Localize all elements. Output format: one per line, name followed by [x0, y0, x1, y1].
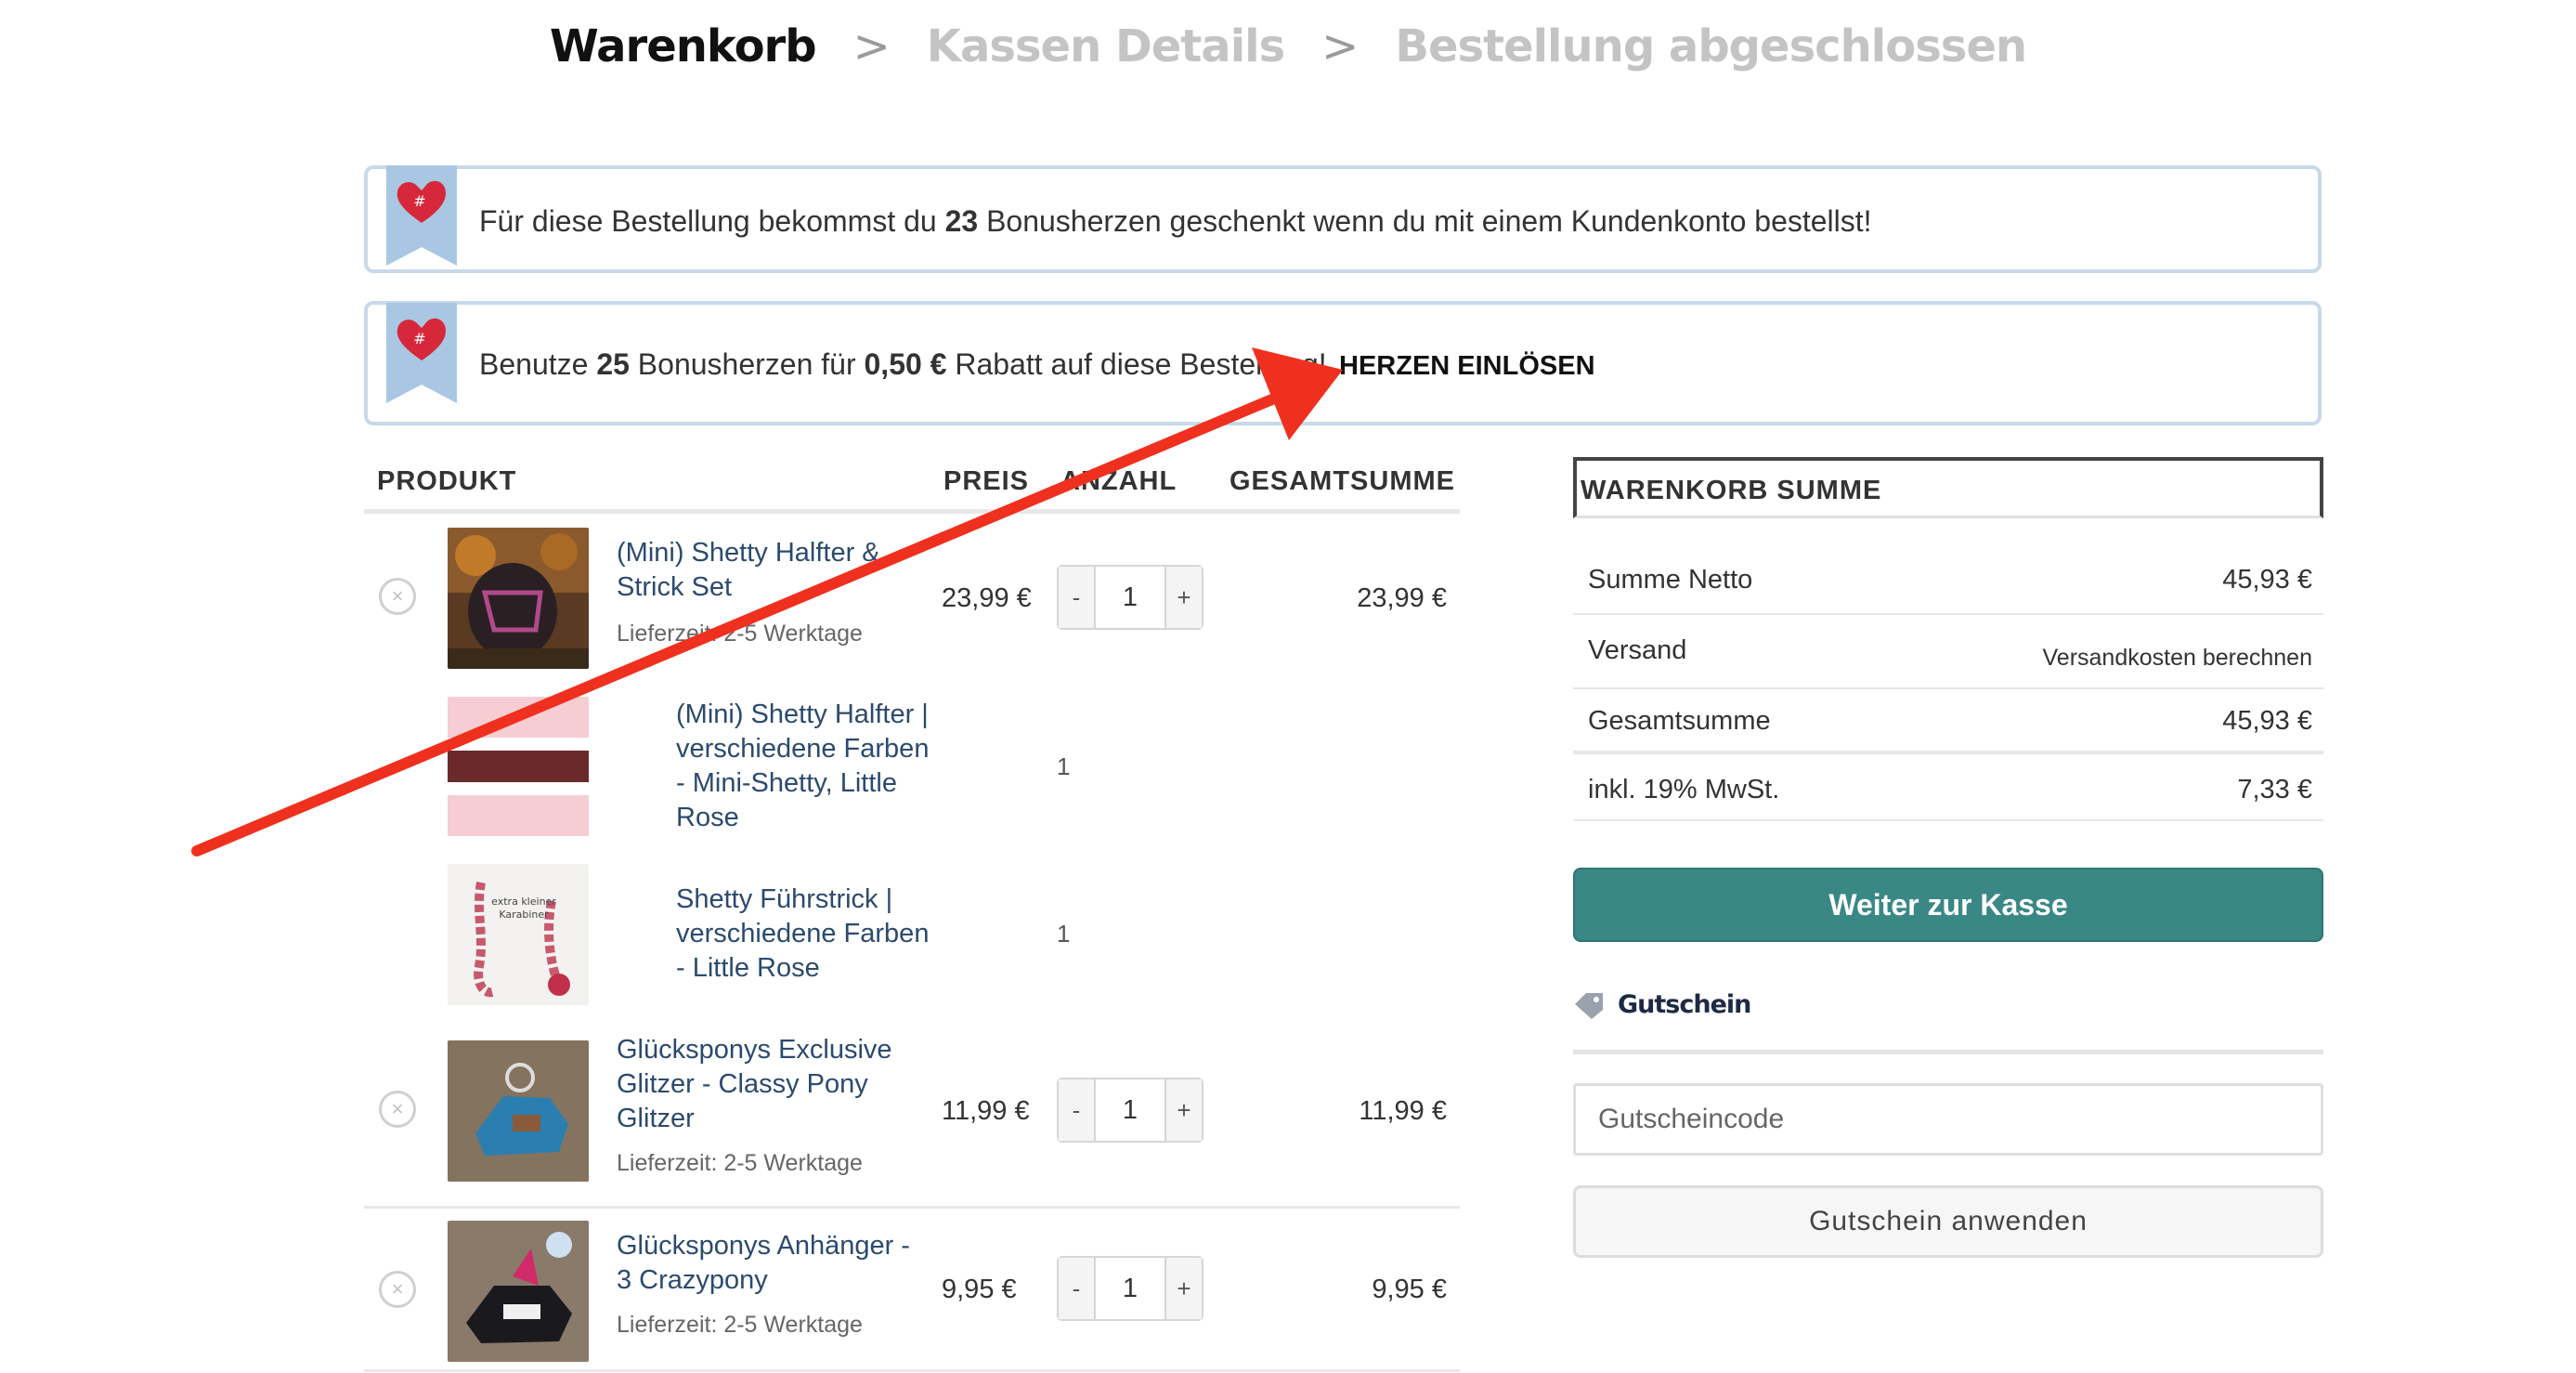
shipping-label: Versand	[1588, 635, 1687, 665]
cart-totals-title: WARENKORB SUMME	[1581, 476, 1882, 505]
table-header-divider	[364, 509, 1460, 514]
delivery-time: Lieferzeit: 2-5 Werktage	[617, 1312, 863, 1338]
bonus-hearts-count: 23	[944, 204, 979, 238]
delivery-time: Lieferzeit: 2-5 Werktage	[617, 1150, 863, 1176]
remove-item-button[interactable]: ×	[379, 1091, 416, 1128]
quantity-stepper: - 1 +	[1057, 565, 1203, 630]
svg-text:#: #	[413, 330, 425, 347]
coupon-divider	[1573, 1050, 2323, 1054]
remove-item-button[interactable]: ×	[379, 578, 416, 615]
step-order-complete: Bestellung abgeschlossen	[1395, 20, 2027, 72]
item-total: 9,95 €	[1372, 1275, 1447, 1304]
quantity-input[interactable]: 1	[1094, 1258, 1166, 1319]
grand-total-label: Gesamtsumme	[1588, 706, 1771, 736]
redeem-hearts-link[interactable]: HERZEN EINLÖSEN	[1339, 351, 1595, 382]
redeem-hearts-notice: # Benutze 25 Bonusherzen für 0,50 € Raba…	[364, 301, 2322, 425]
quantity-input[interactable]: 1	[1094, 1079, 1166, 1141]
coupon-section-title: Gutschein	[1573, 990, 1751, 1019]
product-thumbnail: extra kleiner Karabiner	[448, 864, 589, 1005]
vat-label: inkl. 19% MwSt.	[1588, 775, 1780, 804]
quantity-input[interactable]: 1	[1094, 567, 1166, 628]
grand-total-value: 45,93 €	[2222, 706, 2312, 736]
apply-coupon-button[interactable]: Gutschein anwenden	[1573, 1185, 2323, 1258]
delivery-time: Lieferzeit: 2-5 Werktage	[617, 621, 863, 647]
decrease-quantity-button[interactable]: -	[1059, 1079, 1094, 1141]
decrease-quantity-button[interactable]: -	[1059, 567, 1094, 628]
product-name-link[interactable]: Glücksponys Anhänger - 3 Crazypony	[617, 1229, 923, 1298]
net-total-label: Summe Netto	[1588, 565, 1753, 595]
step-checkout-details[interactable]: Kassen Details	[927, 20, 1285, 72]
cart-totals-header: WARENKORB SUMME	[1573, 457, 2323, 518]
totals-divider	[1573, 613, 2323, 615]
proceed-to-checkout-button[interactable]: Weiter zur Kasse	[1573, 868, 2323, 942]
coupon-code-input[interactable]: Gutscheincode	[1573, 1083, 2323, 1156]
bundle-item-quantity: 1	[1057, 752, 1071, 780]
product-name-link[interactable]: Glücksponys Exclusive Glitzer - Classy P…	[617, 1033, 923, 1136]
redeem-hearts-text: Benutze 25 Bonusherzen für 0,50 € Rabatt…	[479, 347, 1327, 381]
chevron-right-icon: >	[1321, 20, 1359, 72]
totals-divider	[1573, 687, 2323, 689]
svg-text:extra kleiner: extra kleiner	[491, 896, 556, 908]
quantity-stepper: - 1 +	[1057, 1078, 1203, 1143]
header-total: GESAMTSUMME	[1229, 466, 1455, 496]
bundle-item-quantity: 1	[1057, 920, 1071, 948]
increase-quantity-button[interactable]: +	[1166, 567, 1202, 628]
totals-divider	[1573, 819, 2323, 821]
quantity-stepper: - 1 +	[1057, 1256, 1203, 1321]
totals-divider	[1573, 751, 2323, 754]
bundle-item-name[interactable]: (Mini) Shetty Halfter | verschiedene Far…	[676, 698, 936, 835]
product-name-link[interactable]: (Mini) Shetty Halfter & Strick Set	[617, 536, 923, 605]
svg-text:Karabiner: Karabiner	[499, 909, 549, 921]
header-quantity: ANZAHL	[1060, 466, 1177, 496]
bundle-item-name[interactable]: Shetty Führstrick | verschiedene Farben …	[676, 883, 936, 986]
calculate-shipping-link[interactable]: Versandkosten berechnen	[2043, 645, 2313, 672]
product-thumbnail	[448, 697, 589, 838]
decrease-quantity-button[interactable]: -	[1059, 1258, 1094, 1319]
remove-item-button[interactable]: ×	[379, 1271, 416, 1308]
row-divider	[364, 1206, 1460, 1209]
row-divider	[364, 1369, 1460, 1372]
item-total: 11,99 €	[1359, 1096, 1447, 1126]
checkout-steps: Warenkorb > Kassen Details > Bestellung …	[0, 20, 2576, 72]
heart-ribbon-icon: #	[386, 165, 457, 266]
net-total-value: 45,93 €	[2222, 565, 2312, 595]
item-total: 23,99 €	[1357, 583, 1447, 613]
bonus-hearts-notice: # Für diese Bestellung bekommst du 23 Bo…	[364, 165, 2322, 273]
header-product: PRODUKT	[377, 466, 517, 496]
chevron-right-icon: >	[852, 20, 891, 72]
tag-icon	[1575, 992, 1603, 1019]
item-price: 11,99 €	[942, 1096, 1030, 1126]
product-thumbnail[interactable]	[448, 1221, 589, 1362]
product-thumbnail[interactable]	[448, 1040, 589, 1182]
item-price: 9,95 €	[942, 1275, 1017, 1304]
vat-value: 7,33 €	[2237, 775, 2312, 804]
item-price: 23,99 €	[942, 583, 1032, 613]
increase-quantity-button[interactable]: +	[1166, 1079, 1202, 1141]
step-cart[interactable]: Warenkorb	[550, 20, 817, 72]
product-thumbnail[interactable]	[448, 528, 589, 669]
bonus-hearts-text: Für diese Bestellung bekommst du 23 Bonu…	[479, 204, 1872, 238]
heart-ribbon-icon: #	[386, 303, 457, 403]
svg-text:#: #	[413, 192, 425, 210]
increase-quantity-button[interactable]: +	[1166, 1258, 1202, 1319]
header-price: PREIS	[943, 466, 1030, 496]
